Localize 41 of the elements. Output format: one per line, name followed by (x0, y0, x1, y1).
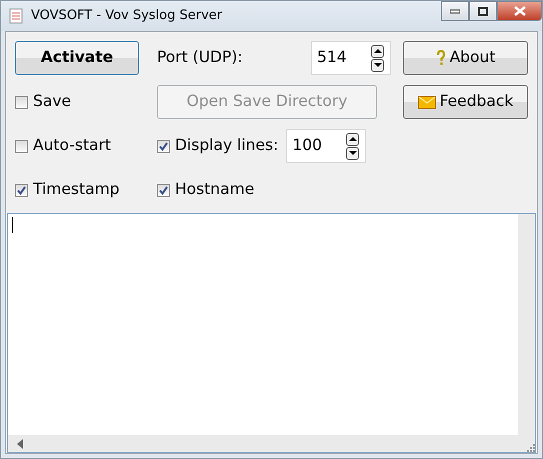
window-title: VOVSOFT - Vov Syslog Server (31, 7, 222, 26)
checkbox[interactable] (157, 184, 170, 196)
port-field[interactable]: 514 (317, 46, 371, 70)
activate-button[interactable]: Activate (15, 41, 139, 75)
horizontal-scrollbar[interactable] (8, 435, 518, 452)
minimize-button[interactable] (441, 1, 469, 21)
close-button[interactable] (497, 1, 542, 21)
down-arrow-icon (348, 149, 358, 157)
spin-box[interactable]: 514 (311, 41, 391, 75)
save-label: Save (33, 91, 72, 112)
down-arrow-icon (373, 61, 382, 69)
auto-start-label: Auto-start (33, 135, 111, 156)
feedback-button[interactable]: Feedback (403, 85, 528, 119)
close-icon (514, 6, 526, 16)
vertical-scrollbar[interactable] (518, 214, 535, 435)
display-lines-field[interactable]: 100 (292, 134, 346, 158)
checkbox[interactable] (15, 184, 28, 196)
about-button[interactable]: About (403, 41, 528, 75)
app-icon (9, 8, 23, 24)
port-label: Port (UDP): (157, 47, 243, 68)
up-arrow-icon (348, 135, 358, 143)
timestamp-label: Timestamp (33, 179, 120, 200)
size-grip-icon[interactable] (527, 444, 535, 452)
minimize-icon (450, 8, 460, 14)
checkbox[interactable] (157, 140, 170, 152)
spin-down-button[interactable] (346, 146, 360, 160)
hostname-label: Hostname (175, 179, 254, 200)
checkbox[interactable] (15, 140, 28, 152)
spin-down-button[interactable] (371, 58, 384, 72)
scroll-left-icon[interactable] (16, 438, 24, 448)
envelope-icon (418, 96, 436, 108)
text-cursor (12, 217, 13, 233)
spin-box[interactable]: 100 (286, 129, 366, 163)
question-icon (436, 50, 446, 66)
spin-up-button[interactable] (346, 132, 360, 146)
maximize-icon (478, 6, 488, 16)
maximize-button[interactable] (469, 1, 497, 21)
spin-up-button[interactable] (371, 44, 384, 58)
checkbox[interactable] (15, 96, 28, 108)
display-lines-label: Display lines: (175, 135, 278, 156)
up-arrow-icon (373, 47, 382, 55)
